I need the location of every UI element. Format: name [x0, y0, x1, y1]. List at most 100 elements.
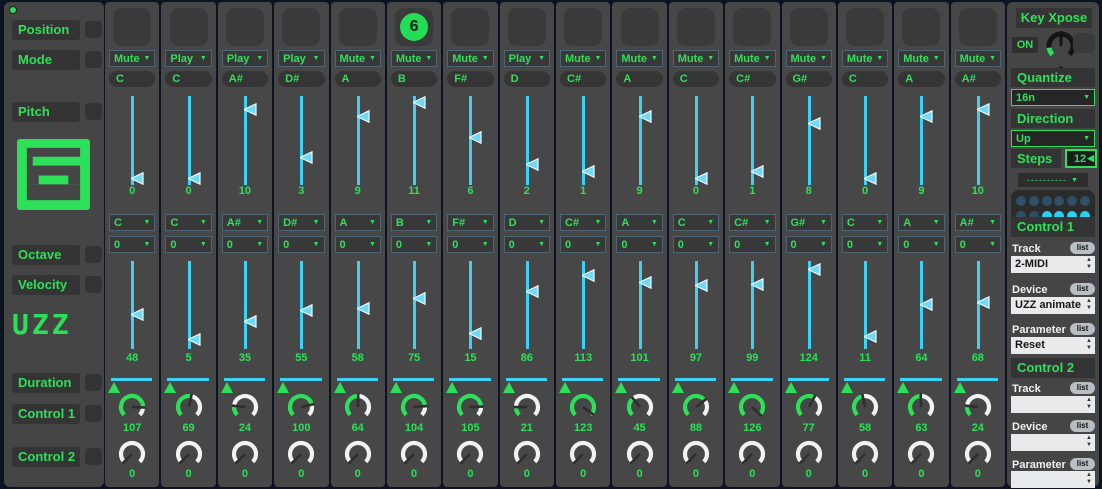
pitch-slider[interactable]: [669, 94, 723, 187]
mode-dropdown[interactable]: Mute ▼: [391, 50, 437, 67]
octave-dropdown[interactable]: 0 ▼: [955, 236, 1001, 253]
note-display[interactable]: F#: [447, 71, 493, 87]
step-button[interactable]: [170, 8, 208, 46]
note-dropdown[interactable]: A# ▼: [955, 214, 1001, 231]
velocity-slider[interactable]: [443, 259, 497, 351]
octave-dropdown[interactable]: 0 ▼: [729, 236, 775, 253]
pitch-slider[interactable]: [612, 94, 666, 187]
mode-dropdown[interactable]: Mute ▼: [335, 50, 381, 67]
note-display[interactable]: A: [616, 71, 662, 87]
pitch-slider[interactable]: [331, 94, 385, 187]
spinner-icon[interactable]: ▲▼: [1086, 397, 1092, 411]
control2-knob[interactable]: [396, 439, 432, 469]
control1-row-button[interactable]: [85, 405, 102, 422]
octave-dropdown[interactable]: 0 ▼: [447, 236, 493, 253]
velocity-slider[interactable]: [218, 259, 272, 351]
velocity-row-button[interactable]: [85, 276, 102, 293]
control2-device-list-button[interactable]: list: [1070, 420, 1095, 432]
velocity-slider[interactable]: [500, 259, 554, 351]
velocity-slider[interactable]: [387, 259, 441, 351]
duration-slider[interactable]: [556, 372, 610, 394]
control1-knob[interactable]: [565, 392, 601, 424]
octave-dropdown[interactable]: 0 ▼: [391, 236, 437, 253]
note-display[interactable]: A#: [222, 71, 268, 87]
spinner-icon[interactable]: ▲▼: [1086, 435, 1092, 449]
step-dot-inactive[interactable]: [1080, 196, 1090, 206]
control2-knob[interactable]: [734, 439, 770, 469]
duration-slider[interactable]: [669, 372, 723, 394]
step-button[interactable]: [508, 8, 546, 46]
control1-knob[interactable]: [452, 392, 488, 424]
pitch-slider[interactable]: [218, 94, 272, 187]
note-dropdown[interactable]: C ▼: [165, 214, 211, 231]
spinner-icon[interactable]: ▲▼: [1086, 338, 1092, 352]
control1-parameter-field[interactable]: Reset ▲▼: [1011, 337, 1095, 354]
control1-knob[interactable]: [509, 392, 545, 424]
control2-knob[interactable]: [903, 439, 939, 469]
mode-dropdown[interactable]: Play ▼: [504, 50, 550, 67]
duration-slider[interactable]: [218, 372, 272, 394]
mode-dropdown[interactable]: Mute ▼: [898, 50, 944, 67]
velocity-slider[interactable]: [725, 259, 779, 351]
duration-slider[interactable]: [331, 372, 385, 394]
duration-slider[interactable]: [387, 372, 441, 394]
control2-parameter-field[interactable]: ▲▼: [1011, 471, 1095, 488]
control1-knob[interactable]: [734, 392, 770, 424]
control2-knob[interactable]: [960, 439, 996, 469]
step-dot-inactive[interactable]: [1029, 196, 1039, 206]
pitch-slider[interactable]: [556, 94, 610, 187]
octave-dropdown[interactable]: 0 ▼: [842, 236, 888, 253]
velocity-slider[interactable]: [951, 259, 1005, 351]
velocity-slider[interactable]: [556, 259, 610, 351]
note-display[interactable]: A#: [955, 71, 1001, 87]
pitch-slider[interactable]: [105, 94, 159, 187]
duration-slider[interactable]: [500, 372, 554, 394]
pattern-dropdown[interactable]: ---------- ▼: [1018, 173, 1088, 187]
step-button[interactable]: [621, 8, 659, 46]
duration-slider[interactable]: [725, 372, 779, 394]
octave-dropdown[interactable]: 0 ▼: [616, 236, 662, 253]
direction-dropdown[interactable]: Up ▼: [1011, 130, 1095, 147]
mode-dropdown[interactable]: Mute ▼: [842, 50, 888, 67]
note-dropdown[interactable]: B ▼: [391, 214, 437, 231]
octave-dropdown[interactable]: 0 ▼: [222, 236, 268, 253]
octave-dropdown[interactable]: 0 ▼: [560, 236, 606, 253]
duration-slider[interactable]: [105, 372, 159, 394]
duration-row-button[interactable]: [85, 374, 102, 391]
duration-slider[interactable]: [443, 372, 497, 394]
duration-slider[interactable]: [951, 372, 1005, 394]
note-dropdown[interactable]: D# ▼: [278, 214, 324, 231]
pitch-slider[interactable]: [161, 94, 215, 187]
control1-knob[interactable]: [396, 392, 432, 424]
control2-knob[interactable]: [565, 439, 601, 469]
control2-knob[interactable]: [452, 439, 488, 469]
mode-dropdown[interactable]: Mute ▼: [729, 50, 775, 67]
step-button[interactable]: [226, 8, 264, 46]
velocity-slider[interactable]: [161, 259, 215, 351]
mode-dropdown[interactable]: Mute ▼: [560, 50, 606, 67]
velocity-slider[interactable]: [782, 259, 836, 351]
step-dot-inactive[interactable]: [1054, 196, 1064, 206]
pitch-slider[interactable]: [838, 94, 892, 187]
control1-knob[interactable]: [678, 392, 714, 424]
note-display[interactable]: C: [842, 71, 888, 87]
steps-numberbox[interactable]: 12 ◀: [1065, 149, 1097, 168]
control2-knob[interactable]: [847, 439, 883, 469]
note-display[interactable]: C: [109, 71, 155, 87]
note-display[interactable]: A: [898, 71, 944, 87]
control2-knob[interactable]: [283, 439, 319, 469]
mode-dropdown[interactable]: Mute ▼: [955, 50, 1001, 67]
pitch-slider[interactable]: [500, 94, 554, 187]
spinner-icon[interactable]: ▲▼: [1086, 298, 1092, 312]
duration-slider[interactable]: [161, 372, 215, 394]
control2-knob[interactable]: [509, 439, 545, 469]
control1-track-list-button[interactable]: list: [1070, 242, 1095, 254]
step-button[interactable]: [959, 8, 997, 46]
note-dropdown[interactable]: C ▼: [673, 214, 719, 231]
note-display[interactable]: C#: [729, 71, 775, 87]
octave-dropdown[interactable]: 0 ▼: [898, 236, 944, 253]
octave-dropdown[interactable]: 0 ▼: [786, 236, 832, 253]
note-dropdown[interactable]: A ▼: [898, 214, 944, 231]
control1-knob[interactable]: [283, 392, 319, 424]
control2-knob[interactable]: [791, 439, 827, 469]
